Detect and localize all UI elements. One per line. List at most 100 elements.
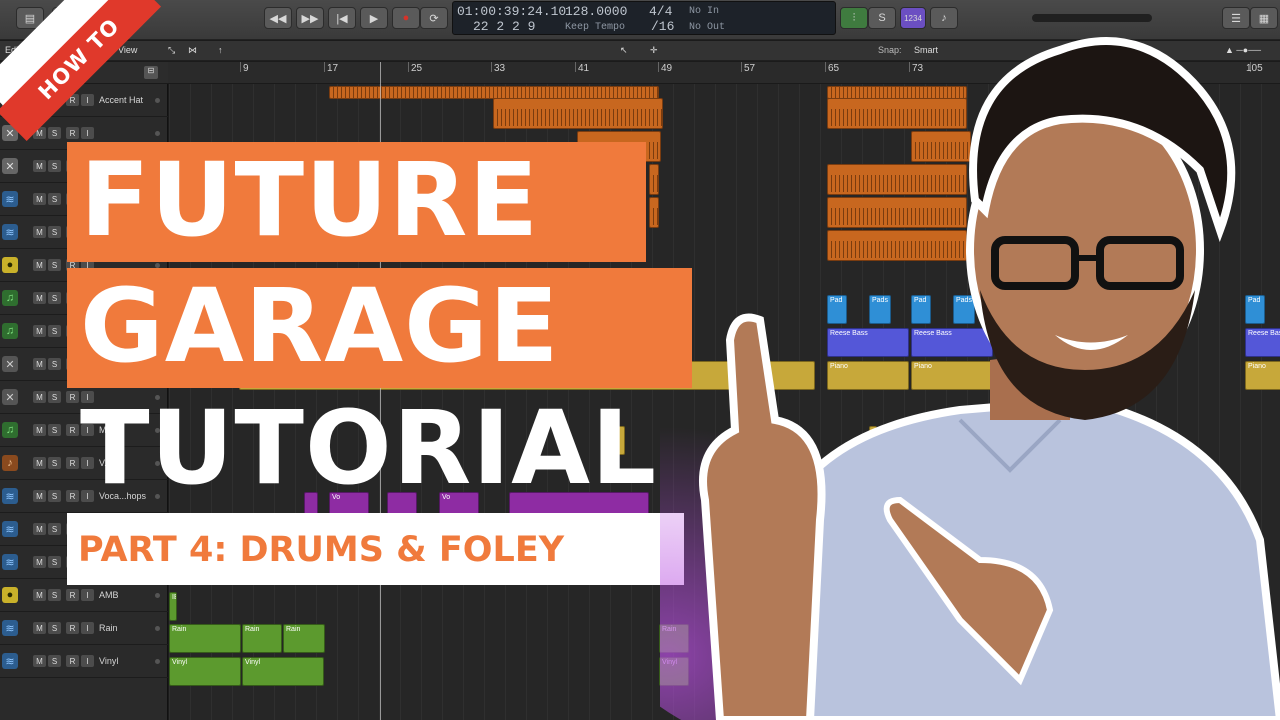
mute-button[interactable]: M: [33, 622, 46, 634]
drummer-icon: ●: [2, 587, 18, 603]
amb-region[interactable]: IB: [169, 592, 177, 621]
mute-button[interactable]: M: [33, 193, 46, 205]
solo-button[interactable]: S: [48, 490, 61, 502]
track-indicator: [155, 659, 160, 664]
drum-icon: ✕: [2, 158, 18, 174]
record-enable-button[interactable]: R: [66, 589, 79, 601]
go-to-start-button[interactable]: |◀: [328, 7, 356, 29]
solo-button[interactable]: S: [48, 292, 61, 304]
lcd-tempo-mode: Keep Tempo: [565, 22, 626, 33]
audio-wave-icon: ≋: [2, 620, 18, 636]
rain-region[interactable]: Rain: [169, 624, 241, 653]
audio-wave-icon: ≋: [2, 191, 18, 207]
title-line1: FUTURE: [80, 141, 540, 260]
title-line2: GARAGE: [80, 267, 560, 386]
lcd-tempo: 128.0000: [565, 4, 628, 19]
record-enable-button[interactable]: R: [66, 127, 79, 139]
track-name[interactable]: Rain: [99, 623, 118, 633]
track-indicator: [155, 626, 160, 631]
solo-button[interactable]: S: [48, 160, 61, 172]
solo-button[interactable]: S: [48, 589, 61, 601]
input-monitor-button[interactable]: I: [81, 655, 94, 667]
track-row[interactable]: ≋ M S R I Vinyl: [0, 645, 168, 678]
solo-button[interactable]: S: [48, 358, 61, 370]
input-monitor-button[interactable]: I: [81, 127, 94, 139]
input-monitor-button[interactable]: I: [81, 589, 94, 601]
mute-button[interactable]: M: [33, 655, 46, 667]
solo-button[interactable]: S: [48, 325, 61, 337]
solo-button[interactable]: S: [48, 193, 61, 205]
plugin-icon: ✕: [2, 389, 18, 405]
subtitle: PART 4: DRUMS & FOLEY: [78, 530, 565, 570]
input-monitor-button[interactable]: I: [81, 622, 94, 634]
record-enable-button[interactable]: R: [66, 391, 79, 403]
cycle-button[interactable]: ⟳: [420, 7, 448, 29]
midi-note-icon: ♫: [2, 290, 18, 306]
solo-button[interactable]: S: [48, 259, 61, 271]
vinyl-region[interactable]: Vinyl: [242, 657, 324, 686]
drum-region[interactable]: [493, 98, 663, 129]
mute-button[interactable]: M: [33, 556, 46, 568]
global-tracks-button[interactable]: ⊟: [144, 66, 158, 79]
mute-button[interactable]: M: [33, 589, 46, 601]
mute-button[interactable]: M: [33, 490, 46, 502]
solo-button[interactable]: S: [48, 424, 61, 436]
midi-note-icon: ♫: [2, 323, 18, 339]
crosshair-tool-icon[interactable]: ✛: [650, 45, 658, 56]
ruler-bar-label: 41: [578, 63, 590, 74]
ruler-bar-label: 33: [494, 63, 506, 74]
mute-button[interactable]: M: [33, 457, 46, 469]
violin-icon: ♪: [2, 455, 18, 471]
input-monitor-button[interactable]: I: [81, 94, 94, 106]
mute-button[interactable]: M: [33, 292, 46, 304]
vinyl-region[interactable]: Vinyl: [169, 657, 241, 686]
audio-wave-icon: ≋: [2, 554, 18, 570]
drummer-icon: ●: [2, 257, 18, 273]
record-enable-button[interactable]: R: [66, 622, 79, 634]
presenter-photo: [660, 37, 1280, 720]
ruler-bar-label: 9: [243, 63, 249, 74]
record-enable-button[interactable]: R: [66, 424, 79, 436]
mute-button[interactable]: M: [33, 523, 46, 535]
fast-forward-button[interactable]: ▶▶: [296, 7, 324, 29]
solo-button[interactable]: S: [48, 523, 61, 535]
solo-button[interactable]: S: [48, 457, 61, 469]
mute-button[interactable]: M: [33, 160, 46, 172]
flex-icon[interactable]: ⋈: [188, 45, 197, 56]
mute-button[interactable]: M: [33, 424, 46, 436]
drum-region[interactable]: [649, 197, 659, 228]
track-name[interactable]: AMB: [99, 590, 119, 600]
track-name[interactable]: Accent Hat: [99, 95, 143, 105]
solo-button[interactable]: S: [48, 655, 61, 667]
solo-button[interactable]: S: [48, 556, 61, 568]
midi-note-icon: ♫: [2, 422, 18, 438]
track-name[interactable]: Vinyl: [99, 656, 118, 666]
solo-button[interactable]: S: [48, 226, 61, 238]
drum-region[interactable]: [649, 164, 659, 195]
rain-region[interactable]: Rain: [242, 624, 282, 653]
audio-wave-icon: ≋: [2, 653, 18, 669]
record-enable-button[interactable]: R: [66, 655, 79, 667]
play-button[interactable]: ▶: [360, 7, 388, 29]
catch-icon[interactable]: ↑: [218, 45, 223, 55]
mute-button[interactable]: M: [33, 358, 46, 370]
record-button[interactable]: ●: [392, 7, 420, 29]
record-enable-button[interactable]: R: [66, 457, 79, 469]
mute-button[interactable]: M: [33, 259, 46, 271]
audio-wave-icon: ≋: [2, 488, 18, 504]
solo-button[interactable]: S: [48, 391, 61, 403]
mute-button[interactable]: M: [33, 325, 46, 337]
record-enable-button[interactable]: R: [66, 490, 79, 502]
solo-button[interactable]: S: [48, 127, 61, 139]
mute-button[interactable]: M: [33, 226, 46, 238]
title-line3: TUTORIAL: [80, 389, 658, 508]
track-row[interactable]: ≋ M S R I Rain: [0, 612, 168, 645]
lcd-time: 01:00:39:24.10: [457, 4, 567, 19]
mute-button[interactable]: M: [33, 391, 46, 403]
rain-region[interactable]: Rain: [283, 624, 325, 653]
track-indicator: [155, 593, 160, 598]
automation-icon[interactable]: ⤡: [168, 45, 175, 56]
pointer-tool-icon[interactable]: ↖: [620, 45, 628, 56]
solo-button[interactable]: S: [48, 622, 61, 634]
rewind-button[interactable]: ◀◀: [264, 7, 292, 29]
